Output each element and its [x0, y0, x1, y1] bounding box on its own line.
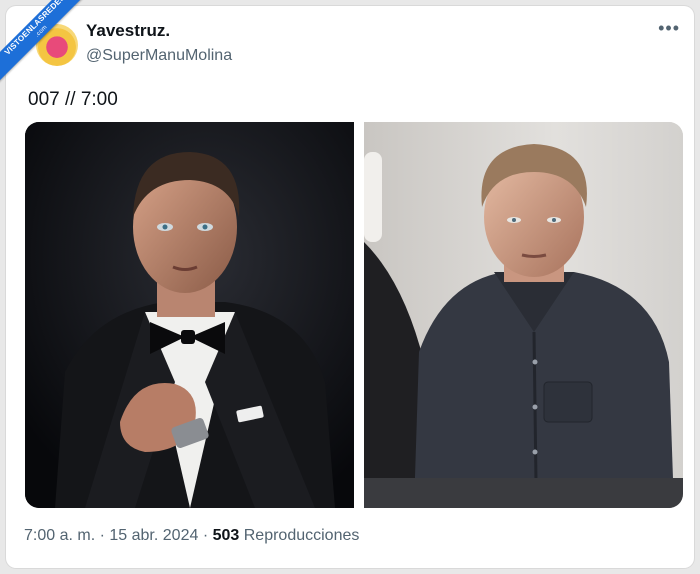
tweet-date[interactable]: 15 abr. 2024 [109, 527, 198, 544]
display-name[interactable]: Yavestruz. [86, 21, 170, 41]
watermark-text: VISTOENLASREDES [2, 0, 67, 57]
meta-separator-2: · [202, 527, 209, 544]
user-handle[interactable]: @SuperManuMolina [86, 47, 232, 65]
tweet-meta: 7:00 a. m. · 15 abr. 2024 · 503 Reproduc… [24, 527, 359, 545]
meta-separator: · [99, 527, 105, 544]
photo-tuxedo[interactable] [25, 122, 354, 508]
tweet-media[interactable] [25, 122, 683, 508]
photo-casual[interactable] [364, 122, 683, 508]
photo-casual-illustration [364, 122, 683, 508]
photo-tuxedo-illustration [25, 122, 354, 508]
views-label: Reproducciones [243, 527, 360, 544]
tweet-time[interactable]: 7:00 a. m. [24, 527, 95, 544]
more-options-icon[interactable]: ••• [658, 18, 680, 39]
view-count: 503 [212, 527, 240, 544]
tweet-card: VISTOENLASREDES .com Yavestruz. @SuperMa… [0, 0, 694, 568]
tweet-text: 007 // 7:00 [28, 89, 118, 110]
watermark-ribbon: VISTOENLASREDES .com [0, 0, 90, 90]
